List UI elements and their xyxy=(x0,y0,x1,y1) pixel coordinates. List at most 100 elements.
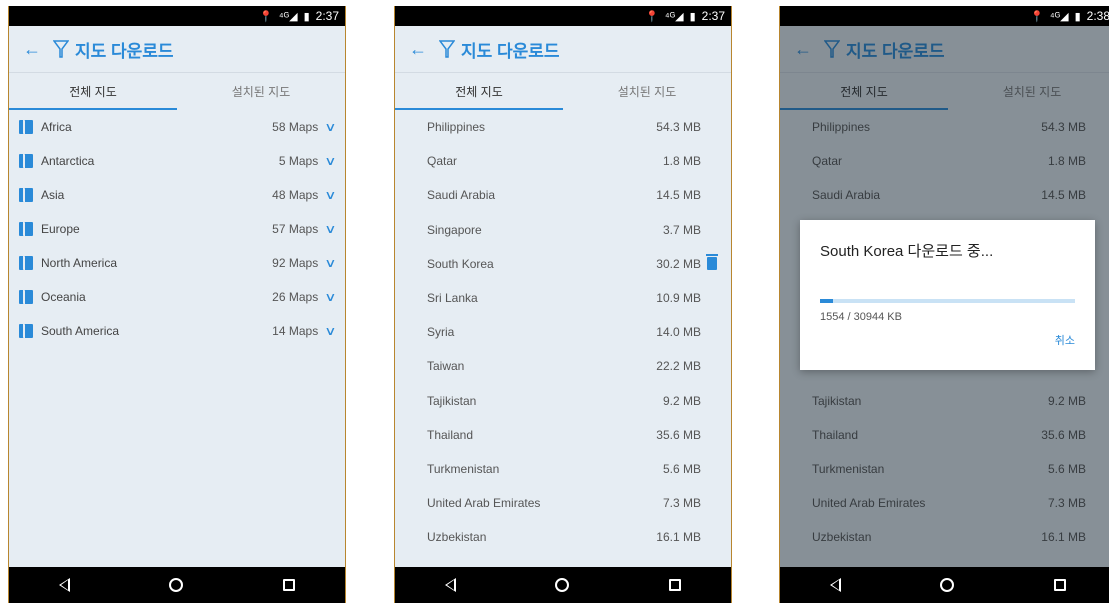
nav-back-icon[interactable] xyxy=(829,578,841,592)
country-row[interactable]: Saudi Arabia 14.5 MB xyxy=(395,178,731,212)
cancel-button[interactable]: 취소 xyxy=(1055,332,1075,348)
map-icon xyxy=(19,188,33,202)
continent-name: Europe xyxy=(41,222,80,236)
continent-row[interactable]: North America 92 Maps ∨ xyxy=(9,246,345,280)
continent-name: Oceania xyxy=(41,290,86,304)
continent-list: Africa 58 Maps ∨ Antarctica 5 Maps ∨ Asia 48 … xyxy=(9,110,345,348)
app-bar: ← 지도 다운로드 xyxy=(9,26,345,72)
file-size: 54.3 MB xyxy=(656,120,701,135)
file-size: 14.5 MB xyxy=(656,188,701,203)
tab-all-maps[interactable]: 전체 지도 xyxy=(395,73,563,110)
nav-bar xyxy=(395,567,731,603)
tab-bar: 전체 지도 설치된 지도 xyxy=(395,72,731,110)
nav-bar xyxy=(780,567,1109,603)
country-row[interactable]: Uzbekistan 16.1 MB xyxy=(395,520,731,554)
file-size: 22.2 MB xyxy=(656,359,701,374)
chevron-down-icon[interactable]: ∨ xyxy=(324,154,336,168)
country-row[interactable]: Thailand 35.6 MB xyxy=(395,418,731,452)
country-name: Uzbekistan xyxy=(427,530,487,545)
continent-row[interactable]: Antarctica 5 Maps ∨ xyxy=(9,144,345,178)
tab-installed-maps[interactable]: 설치된 지도 xyxy=(563,73,731,110)
page-title: 지도 다운로드 xyxy=(461,41,560,61)
country-row[interactable]: Turkmenistan 5.6 MB xyxy=(395,452,731,486)
country-row[interactable]: Sri Lanka 10.9 MB xyxy=(395,281,731,315)
back-arrow-icon[interactable]: ← xyxy=(409,39,435,60)
country-name: Saudi Arabia xyxy=(427,188,496,203)
map-count: 48 Maps xyxy=(272,188,319,202)
country-name: Tajikistan xyxy=(427,393,477,408)
nav-recents-icon[interactable] xyxy=(1054,579,1067,591)
chevron-down-icon[interactable]: ∨ xyxy=(324,188,336,202)
chevron-down-icon[interactable]: ∨ xyxy=(324,324,336,338)
status-bar: 📍 ⁴ᴳ◢ ▮ 2:37 xyxy=(395,6,731,26)
map-icon xyxy=(19,154,33,168)
status-bar: 📍 ⁴ᴳ◢ ▮ 2:38 xyxy=(780,6,1109,26)
country-row[interactable]: South Korea 30.2 MB xyxy=(395,247,731,281)
chevron-down-icon[interactable]: ∨ xyxy=(324,222,336,236)
signal-icon: ⁴ᴳ◢ xyxy=(664,10,684,23)
nav-recents-icon[interactable] xyxy=(283,579,296,591)
chevron-down-icon[interactable]: ∨ xyxy=(324,256,336,270)
file-size: 10.9 MB xyxy=(656,291,701,306)
progress-fill xyxy=(820,299,833,303)
trash-icon[interactable] xyxy=(706,254,718,271)
country-name: Philippines xyxy=(427,120,486,135)
battery-icon: ▮ xyxy=(1074,10,1081,23)
tab-installed-maps[interactable]: 설치된 지도 xyxy=(177,73,345,110)
location-icon: 📍 xyxy=(1030,10,1044,23)
continent-row[interactable]: Asia 48 Maps ∨ xyxy=(9,178,345,212)
chevron-down-icon[interactable]: ∨ xyxy=(324,290,336,304)
continent-name: Africa xyxy=(41,120,72,134)
country-row[interactable]: Taiwan 22.2 MB xyxy=(395,349,731,383)
file-size: 7.3 MB xyxy=(662,496,701,511)
map-count: 57 Maps xyxy=(272,222,319,236)
file-size: 35.6 MB xyxy=(656,427,701,442)
country-name: Taiwan xyxy=(427,359,465,374)
country-row[interactable]: Qatar 1.8 MB xyxy=(395,144,731,178)
continent-row[interactable]: Africa 58 Maps ∨ xyxy=(9,110,345,144)
file-size: 9.2 MB xyxy=(662,393,701,408)
country-row[interactable]: Philippines 54.3 MB xyxy=(395,110,731,144)
chevron-down-icon[interactable]: ∨ xyxy=(324,120,336,134)
map-icon xyxy=(19,290,33,304)
continent-name: Antarctica xyxy=(41,154,95,168)
continent-name: North America xyxy=(41,256,118,270)
status-bar: 📍 ⁴ᴳ◢ ▮ 2:37 xyxy=(9,6,345,26)
country-row[interactable]: United Arab Emirates 7.3 MB xyxy=(395,486,731,520)
app-logo-icon xyxy=(53,40,69,58)
nav-back-icon[interactable] xyxy=(58,578,70,592)
country-row[interactable]: Singapore 3.7 MB xyxy=(395,213,731,247)
tab-bar: 전체 지도 설치된 지도 xyxy=(9,72,345,110)
screen-all-maps: 📍 ⁴ᴳ◢ ▮ 2:37 ← 지도 다운로드 전체 지도 설치된 지도 Afri… xyxy=(8,6,346,603)
country-row[interactable]: Tajikistan 9.2 MB xyxy=(395,384,731,418)
map-icon xyxy=(19,256,33,270)
continent-row[interactable]: Oceania 26 Maps ∨ xyxy=(9,280,345,314)
country-name: Turkmenistan xyxy=(427,461,500,476)
country-list: Philippines 54.3 MB Qatar 1.8 MB Saudi Ara… xyxy=(395,110,731,555)
file-size: 14.0 MB xyxy=(656,325,701,340)
country-name: Syria xyxy=(427,325,455,340)
map-count: 14 Maps xyxy=(272,324,319,338)
nav-home-icon[interactable] xyxy=(169,578,184,592)
continent-row[interactable]: South America 14 Maps ∨ xyxy=(9,314,345,348)
country-name: Thailand xyxy=(427,427,474,442)
nav-home-icon[interactable] xyxy=(940,578,955,592)
country-name: Sri Lanka xyxy=(427,291,478,306)
continent-row[interactable]: Europe 57 Maps ∨ xyxy=(9,212,345,246)
back-arrow-icon[interactable]: ← xyxy=(23,39,49,60)
map-count: 5 Maps xyxy=(278,154,319,168)
country-name: South Korea xyxy=(427,256,494,271)
signal-icon: ⁴ᴳ◢ xyxy=(1049,10,1069,23)
signal-icon: ⁴ᴳ◢ xyxy=(278,10,298,23)
app-logo-icon xyxy=(439,40,455,58)
continent-name: South America xyxy=(41,324,120,338)
nav-back-icon[interactable] xyxy=(444,578,456,592)
screen-country-list: 📍 ⁴ᴳ◢ ▮ 2:37 ← 지도 다운로드 전체 지도 설치된 지도 Phil… xyxy=(394,6,732,603)
nav-recents-icon[interactable] xyxy=(669,579,682,591)
country-name: United Arab Emirates xyxy=(427,496,541,511)
country-row[interactable]: Syria 14.0 MB xyxy=(395,315,731,349)
tab-all-maps[interactable]: 전체 지도 xyxy=(9,73,177,110)
location-icon: 📍 xyxy=(645,10,659,23)
nav-home-icon[interactable] xyxy=(555,578,570,592)
battery-icon: ▮ xyxy=(303,10,310,23)
